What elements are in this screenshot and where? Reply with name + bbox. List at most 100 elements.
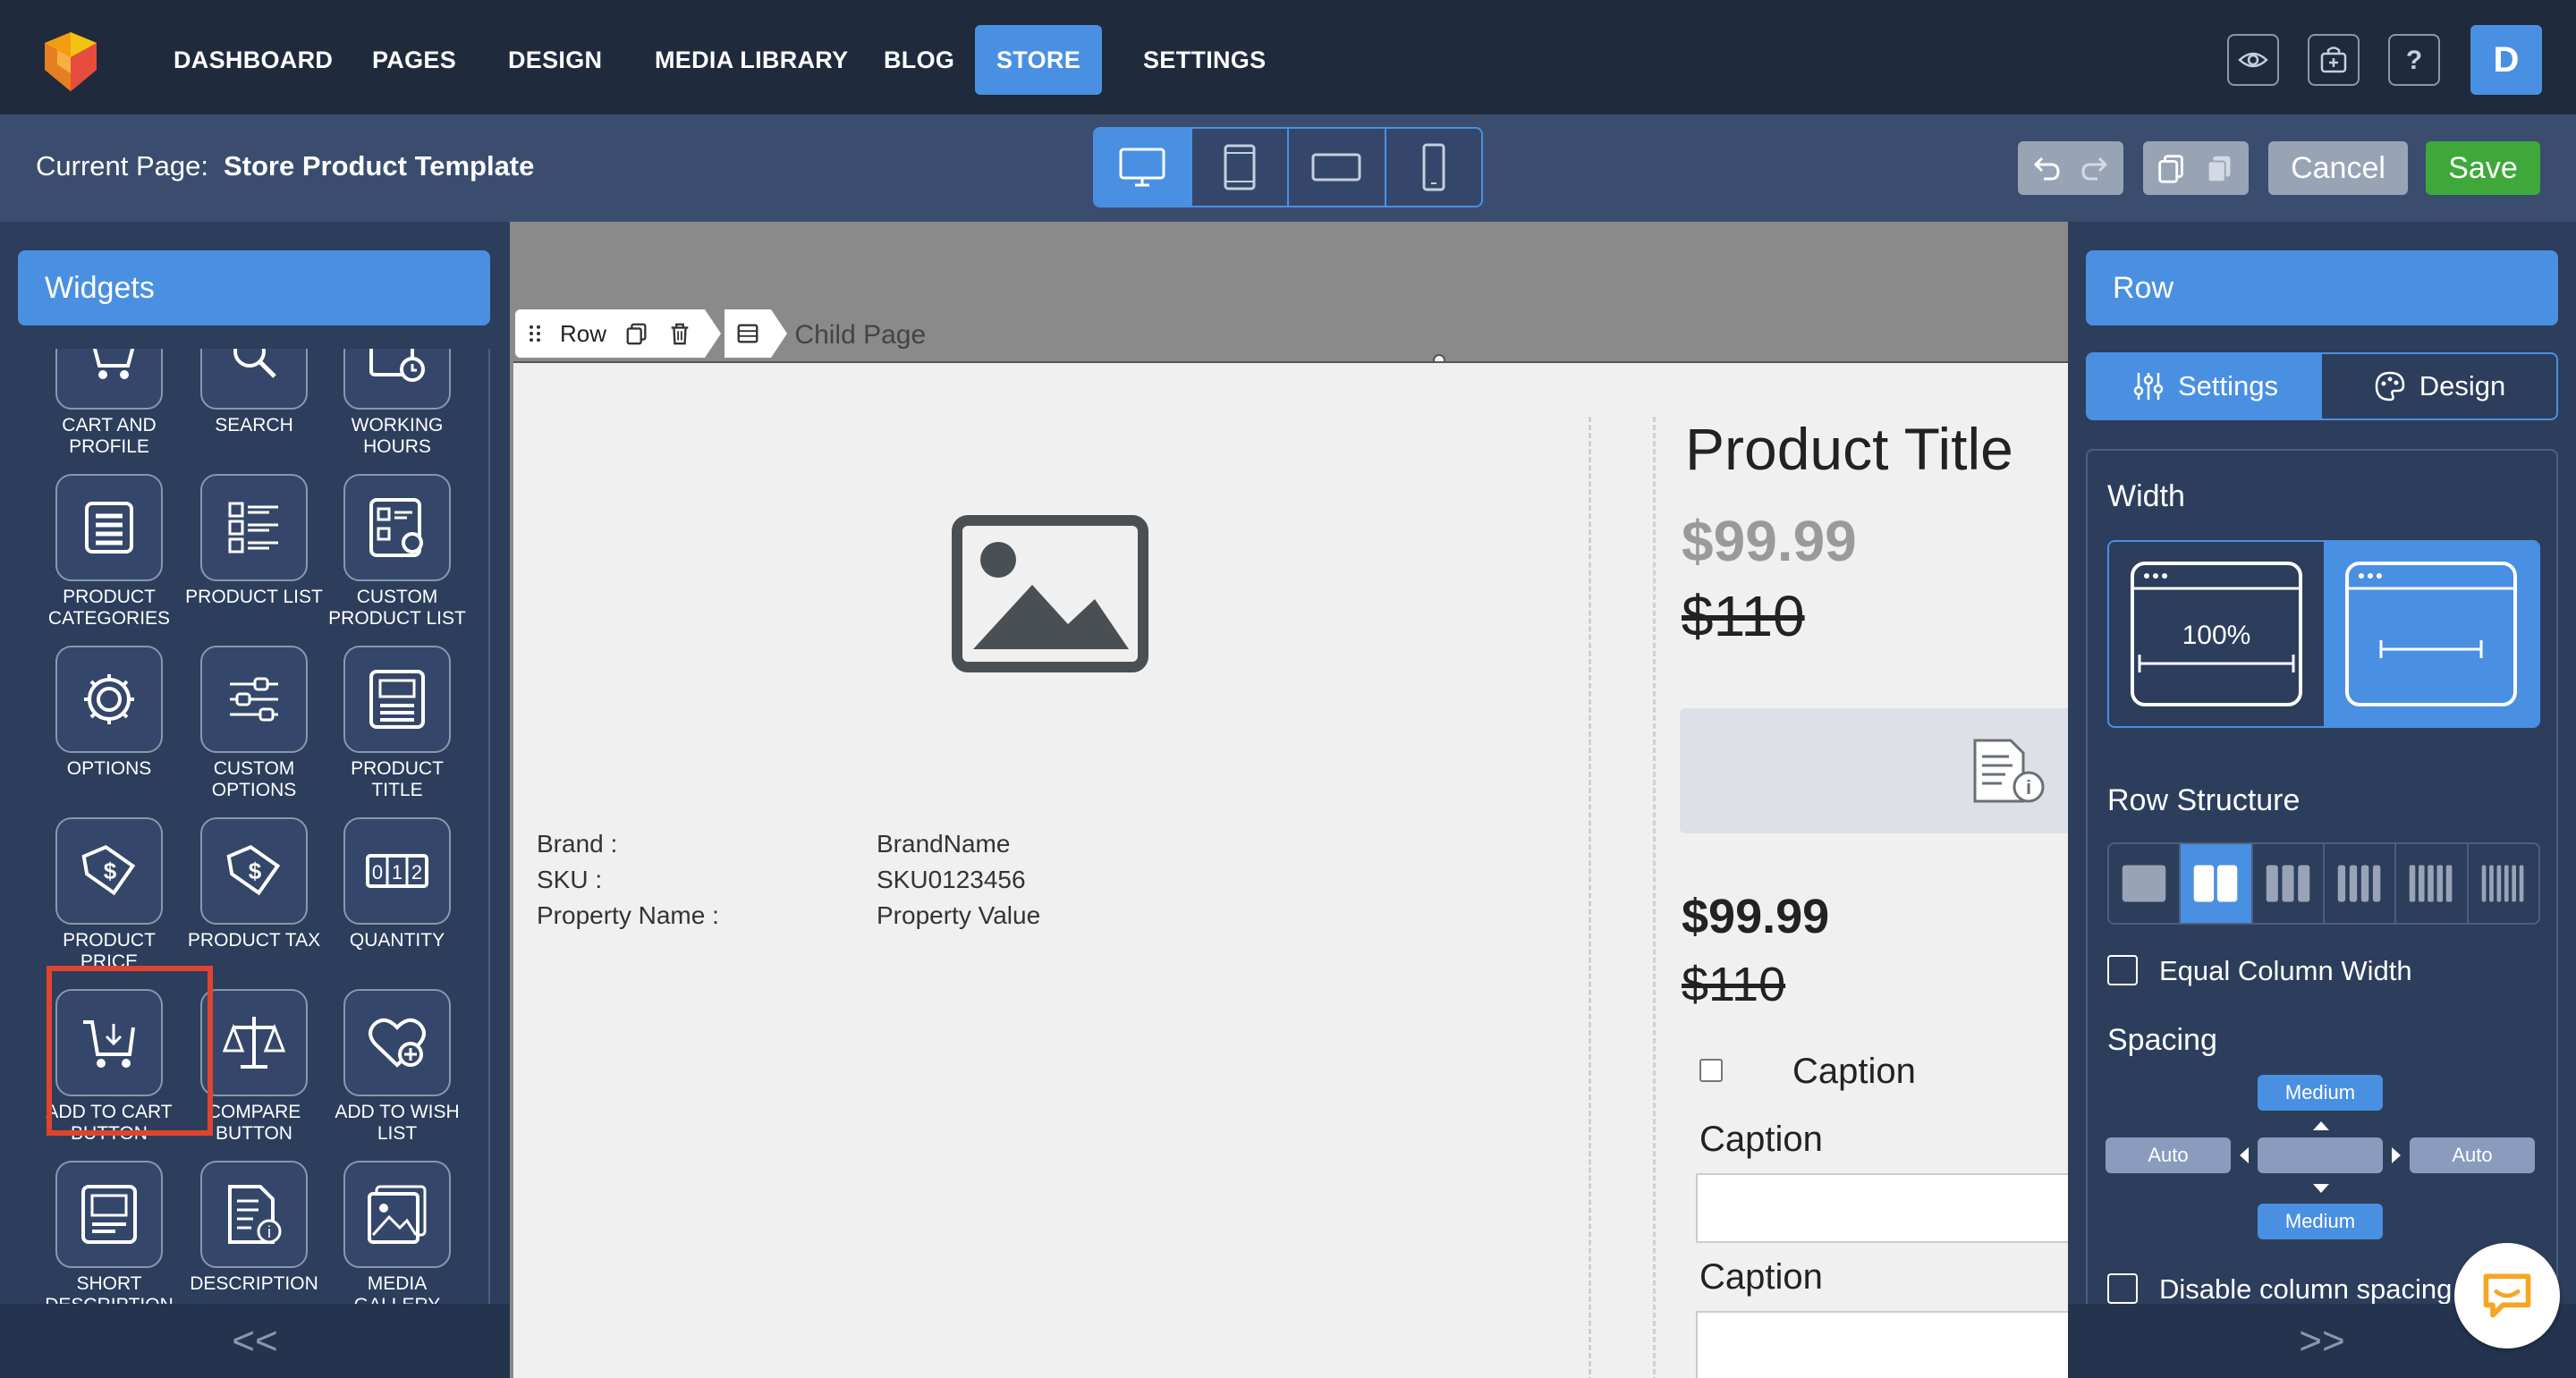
device-desktop[interactable] bbox=[1095, 129, 1192, 206]
row-structure-label: Row Structure bbox=[2107, 783, 2301, 817]
widget-options[interactable]: OPTIONS bbox=[38, 646, 181, 780]
device-tablet[interactable] bbox=[1192, 129, 1289, 206]
desc-icon: i bbox=[228, 1185, 282, 1244]
row-structure-3-col[interactable] bbox=[2253, 844, 2325, 923]
property-label: SKU : bbox=[537, 866, 603, 893]
preview-button[interactable] bbox=[2227, 34, 2279, 86]
widget-product-title[interactable]: PRODUCT TITLE bbox=[326, 646, 469, 801]
device-tablet-landscape[interactable] bbox=[1289, 129, 1386, 206]
editor-canvas[interactable]: ge / Child Page Row Brand : BrandName SK… bbox=[510, 222, 2068, 1378]
product-list-icon bbox=[228, 502, 278, 554]
help-button[interactable]: ? bbox=[2388, 34, 2440, 86]
spacing-right-value[interactable]: Auto bbox=[2410, 1137, 2535, 1173]
widget-add-to-wish-list[interactable]: ADD TO WISH LIST bbox=[326, 989, 469, 1145]
widget-product-list[interactable]: PRODUCT LIST bbox=[182, 474, 326, 608]
device-mobile[interactable] bbox=[1386, 129, 1482, 206]
tab-settings[interactable]: Settings bbox=[2088, 354, 2322, 418]
widget-custom-options[interactable]: CUSTOM OPTIONS bbox=[182, 646, 326, 801]
spacing-top-value[interactable]: Medium bbox=[2258, 1075, 2383, 1111]
nav-store[interactable]: STORE bbox=[975, 25, 1103, 95]
quantity-icon: 012 bbox=[366, 854, 428, 888]
row-structure-6-col[interactable] bbox=[2469, 844, 2538, 923]
spacing-bottom-value[interactable]: Medium bbox=[2258, 1204, 2383, 1239]
widget-quantity[interactable]: 012 QUANTITY bbox=[326, 817, 469, 951]
custom-list-icon bbox=[369, 498, 423, 557]
width-label: Width bbox=[2107, 479, 2185, 513]
nav-blog[interactable]: BLOG bbox=[862, 25, 976, 95]
settings-sliders-icon bbox=[2133, 373, 2164, 400]
chat-support-button[interactable] bbox=[2454, 1243, 2560, 1348]
widget-short-description[interactable]: SHORT DESCRIPTION bbox=[38, 1161, 181, 1304]
description-widget[interactable]: i bbox=[1680, 708, 2068, 833]
widget-product-tax[interactable]: $ PRODUCT TAX bbox=[182, 817, 326, 951]
widget-product-categories[interactable]: PRODUCT CATEGORIES bbox=[38, 474, 181, 630]
current-page-label: Current Page: bbox=[36, 150, 208, 182]
cancel-button[interactable]: Cancel bbox=[2268, 141, 2408, 195]
heart-plus-icon bbox=[369, 1018, 426, 1068]
widgets-grid[interactable]: CART AND PROFILE SEARCH WORKING HOURS PR… bbox=[18, 349, 490, 1304]
widget-custom-product-list[interactable]: CUSTOM PRODUCT LIST bbox=[326, 474, 469, 630]
full-width-icon: 100% bbox=[2131, 562, 2302, 706]
redo-icon[interactable] bbox=[2078, 150, 2114, 186]
product-old-price-secondary[interactable]: $110 bbox=[1682, 957, 1785, 1012]
copy-icon[interactable] bbox=[2155, 151, 2189, 185]
product-title[interactable]: Product Title bbox=[1685, 415, 2013, 483]
trash-icon[interactable] bbox=[667, 321, 692, 346]
equal-column-width-checkbox[interactable] bbox=[2107, 955, 2138, 985]
width-boxed-option[interactable] bbox=[2324, 542, 2538, 726]
store-bag-button[interactable] bbox=[2308, 34, 2360, 86]
row-layout-button[interactable] bbox=[724, 309, 772, 358]
caption-checkbox[interactable] bbox=[1699, 1059, 1723, 1082]
price-tag-icon: $ bbox=[81, 844, 136, 896]
spacing-left-value[interactable]: Auto bbox=[2106, 1137, 2231, 1173]
row-structure-5-col[interactable] bbox=[2396, 844, 2469, 923]
nav-dashboard[interactable]: DASHBOARD bbox=[152, 25, 354, 95]
tab-design[interactable]: Design bbox=[2322, 354, 2556, 418]
product-old-price[interactable]: $110 bbox=[1682, 583, 1805, 649]
product-price-secondary[interactable]: $99.99 bbox=[1682, 889, 1829, 944]
caption-input[interactable] bbox=[1696, 1311, 2068, 1378]
caption-label: Caption bbox=[1699, 1257, 1823, 1297]
widget-search[interactable]: SEARCH bbox=[182, 349, 326, 436]
widget-description[interactable]: i DESCRIPTION bbox=[182, 1161, 326, 1295]
duplicate-icon[interactable] bbox=[624, 321, 649, 346]
width-selector: 100% bbox=[2107, 540, 2540, 728]
widget-product-price[interactable]: $ PRODUCT PRICE bbox=[38, 817, 181, 973]
breadcrumb-child[interactable]: Child Page bbox=[794, 320, 926, 350]
width-full-option[interactable]: 100% bbox=[2109, 542, 2324, 726]
caption-input[interactable] bbox=[1696, 1173, 2068, 1243]
row-structure-2-col[interactable] bbox=[2181, 844, 2253, 923]
nav-settings[interactable]: SETTINGS bbox=[1122, 25, 1287, 95]
widget-working-hours[interactable]: WORKING HOURS bbox=[326, 349, 469, 458]
image-placeholder-icon[interactable] bbox=[952, 515, 1148, 672]
paste-icon[interactable] bbox=[2203, 151, 2237, 185]
user-avatar[interactable]: D bbox=[2470, 25, 2542, 95]
undo-icon[interactable] bbox=[2028, 150, 2063, 186]
logo-icon[interactable] bbox=[34, 23, 107, 97]
drag-handle-icon[interactable] bbox=[528, 322, 542, 345]
spacing-right-arrow-icon bbox=[2392, 1147, 2401, 1163]
settings-body: Width 100% Row Structure Equal Column Wi… bbox=[2086, 449, 2558, 1304]
save-button[interactable]: Save bbox=[2426, 141, 2540, 195]
collapse-widgets-button[interactable]: << bbox=[0, 1304, 510, 1378]
row-structure-4-col[interactable] bbox=[2325, 844, 2397, 923]
widget-cart-and-profile[interactable]: CART AND PROFILE bbox=[38, 349, 181, 458]
description-icon: i bbox=[1973, 739, 2045, 803]
row-structure-1-col[interactable] bbox=[2109, 844, 2182, 923]
current-page-value: Store Product Template bbox=[224, 150, 535, 182]
widgets-panel-title: Widgets bbox=[18, 250, 490, 325]
nav-pages[interactable]: PAGES bbox=[351, 25, 478, 95]
list-icon bbox=[85, 502, 133, 554]
undo-redo-group bbox=[2018, 141, 2123, 195]
eye-icon bbox=[2238, 52, 2268, 68]
nav-design[interactable]: DESIGN bbox=[487, 25, 623, 95]
svg-text:i: i bbox=[2026, 776, 2031, 799]
product-template-row[interactable]: Brand : BrandName SKU : SKU0123456 Prope… bbox=[513, 361, 2068, 1378]
caption-label: Caption bbox=[1699, 1120, 1823, 1159]
bag-icon bbox=[2320, 46, 2347, 73]
boxed-width-icon bbox=[2345, 562, 2517, 706]
nav-media-library[interactable]: MEDIA LIBRARY bbox=[633, 25, 869, 95]
disable-column-spacing-checkbox[interactable] bbox=[2107, 1273, 2138, 1304]
widget-media-gallery[interactable]: MEDIA GALLERY bbox=[326, 1161, 469, 1304]
product-price[interactable]: $99.99 bbox=[1682, 508, 1857, 574]
